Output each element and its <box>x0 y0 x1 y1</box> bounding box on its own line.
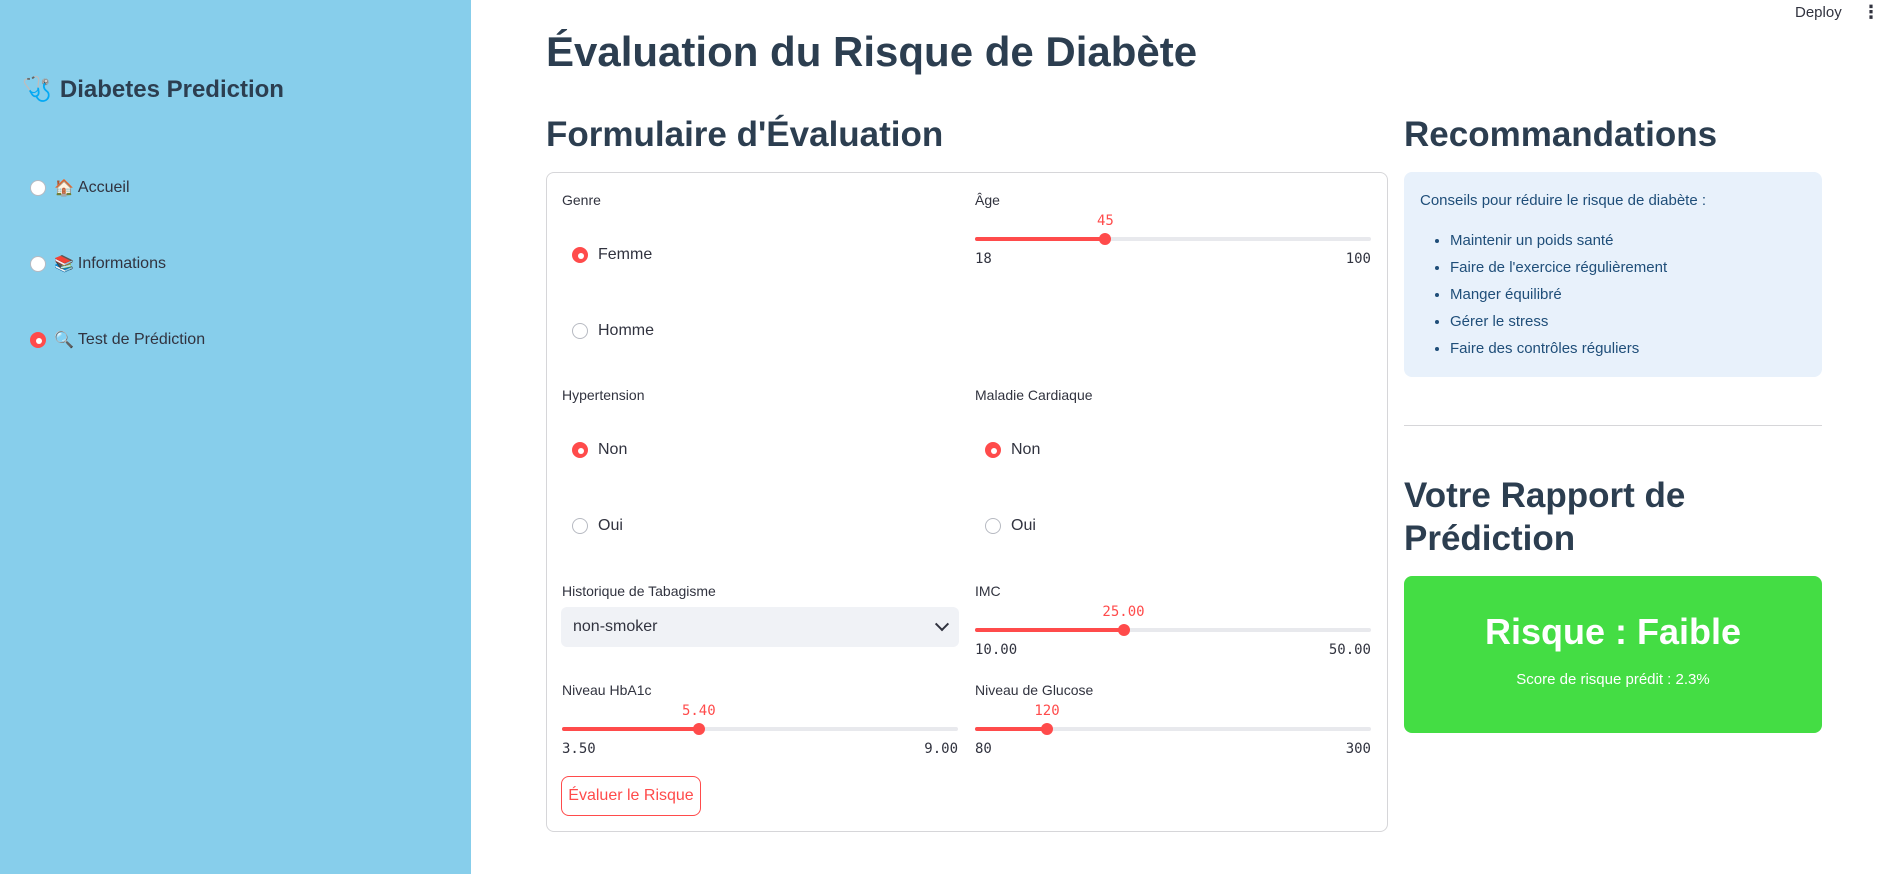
form-heading: Formulaire d'Évaluation <box>546 115 944 154</box>
maladie-cardiaque-label: Maladie Cardiaque <box>975 387 1093 403</box>
slider-thumb[interactable] <box>1040 723 1053 735</box>
sidebar-brand: 🩺 Diabetes Prediction <box>22 76 284 104</box>
slider-min: 3.50 <box>562 741 596 757</box>
app: 🩺 Diabetes Prediction 🏠 Accueil 📚 Inform… <box>0 0 1888 874</box>
risk-score: Score de risque prédit : 2.3% <box>1516 671 1710 688</box>
slider-thumb[interactable] <box>692 723 705 735</box>
option-label: Non <box>1011 441 1041 458</box>
radio-accueil[interactable] <box>30 180 46 196</box>
sidebar: 🩺 Diabetes Prediction 🏠 Accueil 📚 Inform… <box>0 0 471 874</box>
age-slider[interactable]: 45 18 100 <box>975 213 1371 267</box>
cardiaque-option-oui[interactable]: Oui <box>985 517 1036 535</box>
age-label: Âge <box>975 192 1000 208</box>
slider-max: 100 <box>1345 251 1371 267</box>
slider-value: 45 <box>1096 213 1114 229</box>
risk-title: Risque : Faible <box>1484 611 1742 652</box>
slider-max: 50.00 <box>1328 642 1371 658</box>
option-label: Oui <box>1011 517 1036 534</box>
divider <box>1404 425 1822 426</box>
sidebar-item-test-prediction[interactable]: 🔍 Test de Prédiction <box>30 328 205 352</box>
glucose-slider[interactable]: 120 80 300 <box>975 703 1371 757</box>
radio-cardiaque-oui[interactable] <box>985 518 1001 534</box>
imc-slider[interactable]: 25.00 10.00 50.00 <box>975 604 1371 658</box>
hypertension-option-oui[interactable]: Oui <box>572 517 623 535</box>
tabagisme-select[interactable]: non-smoker <box>561 607 959 647</box>
option-label: Non <box>598 441 628 458</box>
sidebar-nav: 🏠 Accueil 📚 Informations 🔍 Test de Prédi… <box>30 176 205 404</box>
slider-min: 18 <box>975 251 992 267</box>
radio-hypertension-oui[interactable] <box>572 518 588 534</box>
page-title: Évaluation du Risque de Diabète <box>546 28 1198 75</box>
recommendations-heading: Recommandations <box>1404 115 1718 154</box>
slider-value: 25.00 <box>1102 604 1145 620</box>
list-item: Gérer le stress <box>1450 308 1806 335</box>
glucose-label: Niveau de Glucose <box>975 682 1094 698</box>
slider-max: 9.00 <box>924 741 958 757</box>
deploy-button[interactable]: Deploy <box>1795 4 1842 21</box>
genre-label: Genre <box>562 192 601 208</box>
radio-test-prediction[interactable] <box>30 332 46 348</box>
sidebar-item-label: Test de Prédiction <box>77 331 206 348</box>
hba1c-slider[interactable]: 5.40 3.50 9.00 <box>562 703 958 757</box>
report-heading: Votre Rapport de Prédiction <box>1404 476 1686 558</box>
slider-value: 120 <box>1034 703 1060 719</box>
recommendations-list: Maintenir un poids santé Faire de l'exer… <box>1420 227 1806 362</box>
sidebar-title: Diabetes Prediction <box>59 76 284 103</box>
chevron-down-icon <box>934 617 950 632</box>
slider-thumb[interactable] <box>1099 233 1112 245</box>
list-item: Maintenir un poids santé <box>1450 227 1806 254</box>
recommendations-box: Conseils pour réduire le risque de diabè… <box>1404 172 1822 377</box>
radio-hypertension-non[interactable] <box>572 442 588 458</box>
sidebar-item-label: Informations <box>77 255 166 272</box>
select-value: non-smoker <box>573 618 658 635</box>
slider-min: 80 <box>975 741 992 757</box>
list-item: Faire de l'exercice régulièrement <box>1450 254 1806 281</box>
slider-min: 10.00 <box>975 642 1018 658</box>
genre-option-femme[interactable]: Femme <box>572 246 652 264</box>
sidebar-item-label: Accueil <box>77 179 130 196</box>
option-label: Femme <box>598 246 653 263</box>
hypertension-option-non[interactable]: Non <box>572 441 627 459</box>
risk-result-card: Risque : Faible Score de risque prédit :… <box>1404 576 1822 733</box>
sidebar-item-accueil[interactable]: 🏠 Accueil <box>30 176 205 200</box>
list-item: Faire des contrôles réguliers <box>1450 335 1806 362</box>
radio-cardiaque-non[interactable] <box>985 442 1001 458</box>
magnifier-icon: 🔍 <box>54 332 74 349</box>
hypertension-label: Hypertension <box>562 387 645 403</box>
slider-fill <box>975 237 1106 241</box>
evaluate-risk-button[interactable]: Évaluer le Risque <box>561 776 701 816</box>
stethoscope-icon: 🩺 <box>22 76 52 103</box>
hba1c-label: Niveau HbA1c <box>562 682 652 698</box>
books-icon: 📚 <box>54 256 74 273</box>
slider-fill <box>562 727 699 731</box>
slider-fill <box>975 628 1124 632</box>
list-item: Manger équilibré <box>1450 281 1806 308</box>
slider-fill <box>975 727 1047 731</box>
radio-femme[interactable] <box>572 247 588 263</box>
house-icon: 🏠 <box>54 180 74 197</box>
radio-informations[interactable] <box>30 256 46 272</box>
sidebar-item-informations[interactable]: 📚 Informations <box>30 252 205 276</box>
option-label: Homme <box>598 322 655 339</box>
radio-homme[interactable] <box>572 323 588 339</box>
slider-thumb[interactable] <box>1117 624 1130 636</box>
imc-label: IMC <box>975 583 1001 599</box>
main-menu-icon[interactable]: ⋮ <box>1862 2 1880 23</box>
tabagisme-label: Historique de Tabagisme <box>562 583 716 599</box>
recommendations-intro: Conseils pour réduire le risque de diabè… <box>1420 192 1707 209</box>
slider-max: 300 <box>1345 741 1371 757</box>
genre-option-homme[interactable]: Homme <box>572 322 654 340</box>
slider-value: 5.40 <box>681 703 716 719</box>
cardiaque-option-non[interactable]: Non <box>985 441 1040 459</box>
option-label: Oui <box>598 517 623 534</box>
